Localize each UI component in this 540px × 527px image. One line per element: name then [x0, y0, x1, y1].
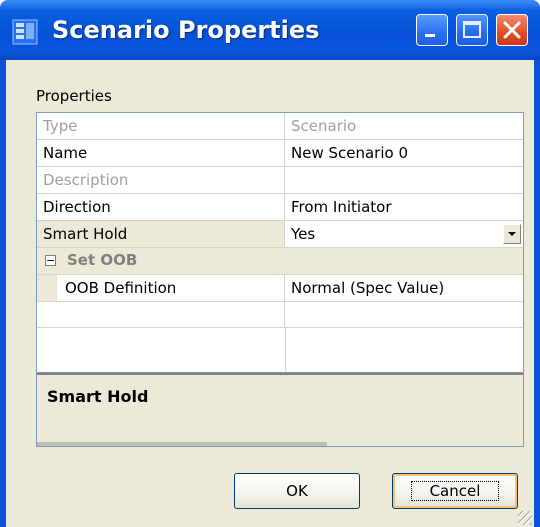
cancel-button[interactable]: Cancel [392, 473, 518, 509]
chevron-down-icon [508, 232, 516, 236]
minimize-icon [425, 34, 435, 37]
category-row-set-oob[interactable]: − Set OOB [37, 248, 523, 275]
column-divider [285, 328, 286, 372]
close-button[interactable] [496, 14, 528, 46]
indent-gutter [37, 275, 57, 301]
minimize-button[interactable] [416, 14, 448, 46]
title-bar[interactable]: Scenario Properties [0, 0, 540, 60]
maximize-button[interactable] [456, 14, 488, 46]
property-value[interactable]: New Scenario 0 [285, 140, 523, 166]
resize-grip-icon[interactable] [518, 511, 532, 525]
cancel-button-label: Cancel [410, 481, 500, 501]
property-row-empty [37, 302, 523, 328]
property-row-direction[interactable]: Direction From Initiator [37, 194, 523, 221]
property-name: Description [37, 167, 285, 193]
property-row-description[interactable]: Description [37, 167, 523, 194]
property-row-name[interactable]: Name New Scenario 0 [37, 140, 523, 167]
property-value: Scenario [291, 117, 357, 135]
ok-button[interactable]: OK [234, 473, 360, 509]
property-name: OOB Definition [57, 275, 285, 301]
property-name: Type [37, 113, 285, 139]
app-icon [12, 19, 38, 45]
property-name: Smart Hold [37, 221, 285, 247]
category-label: Set OOB [67, 251, 138, 269]
dropdown-button[interactable] [503, 224, 521, 244]
property-value[interactable]: Normal (Spec Value) [285, 275, 523, 301]
close-icon [503, 21, 521, 39]
collapse-icon[interactable]: − [45, 255, 56, 266]
property-value [285, 167, 523, 193]
description-title: Smart Hold [47, 387, 149, 406]
window-title: Scenario Properties [52, 16, 320, 44]
property-name-empty [37, 302, 285, 328]
property-grid: Type Scenario Name New Scenario 0 Descri… [36, 112, 524, 373]
property-row-type[interactable]: Type Scenario [37, 113, 523, 140]
property-value[interactable]: From Initiator [285, 194, 523, 220]
maximize-icon [463, 21, 481, 38]
property-name: Direction [37, 194, 285, 220]
description-panel: Smart Hold [36, 373, 524, 447]
properties-group-label: Properties [36, 87, 112, 105]
smart-hold-select[interactable]: Yes [285, 221, 523, 247]
dialog-body: Properties Type Scenario Name New Scenar… [6, 60, 534, 527]
dialog-window: Scenario Properties Properties Type Scen… [0, 0, 540, 527]
description-scroll-indicator [37, 442, 327, 446]
property-name: Name [37, 140, 285, 166]
property-row-oob-definition[interactable]: OOB Definition Normal (Spec Value) [37, 275, 523, 302]
property-row-smart-hold[interactable]: Smart Hold Yes [37, 221, 523, 248]
